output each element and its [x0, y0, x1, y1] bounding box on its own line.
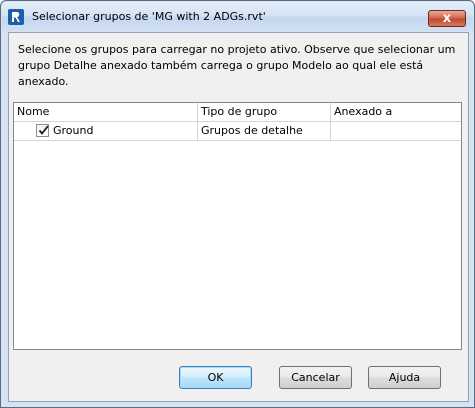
close-button[interactable]: x [428, 10, 466, 27]
window-title: Selecionar grupos de 'MG with 2 ADGs.rvt… [32, 10, 266, 23]
ok-button[interactable]: OK [179, 366, 252, 389]
column-header-tipo-de-grupo[interactable]: Tipo de grupo [198, 103, 331, 121]
cell-name: Ground [14, 122, 198, 140]
help-button[interactable]: Ajuda [368, 366, 441, 389]
table-header: Nome Tipo de grupo Anexado a [14, 103, 461, 122]
dialog-body: Selecione os grupos para carregar no pro… [8, 32, 469, 402]
cancel-button[interactable]: Cancelar [279, 366, 352, 389]
cell-type: Grupos de detalhe [198, 122, 331, 140]
dialog-window: Selecionar grupos de 'MG with 2 ADGs.rvt… [0, 0, 475, 408]
column-header-nome[interactable]: Nome [14, 103, 198, 121]
title-bar[interactable]: Selecionar grupos de 'MG with 2 ADGs.rvt… [2, 2, 473, 31]
column-header-anexado-a[interactable]: Anexado a [331, 103, 461, 121]
groups-table[interactable]: Nome Tipo de grupo Anexado a Ground Grup… [13, 102, 462, 350]
revit-logo-icon [8, 9, 24, 25]
table-row[interactable]: Ground Grupos de detalhe [14, 122, 461, 141]
cell-attached-to [331, 122, 461, 140]
row-checkbox[interactable] [36, 124, 49, 137]
instructions-text: Selecione os grupos para carregar no pro… [18, 43, 456, 88]
checkmark-icon [38, 125, 49, 135]
close-icon: x [442, 11, 452, 26]
row-name-text: Ground [53, 124, 94, 137]
